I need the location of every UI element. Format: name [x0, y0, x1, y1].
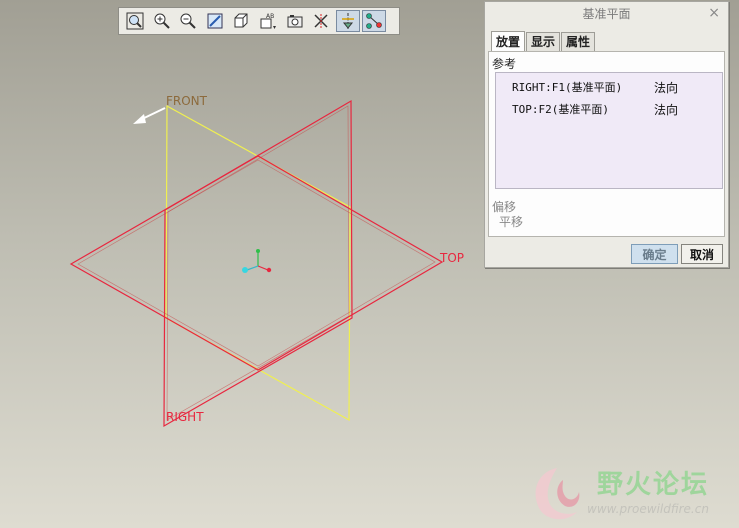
placement-panel: 参考 RIGHT:F1(基准平面) 法向 TOP:F2(基准平面) 法向 偏移 …: [488, 51, 725, 237]
repaint-icon: [207, 13, 223, 29]
zoom-in-icon: [154, 13, 170, 29]
watermark-url: www.proewildfire.cn: [587, 502, 709, 516]
watermark-title: 野火论坛: [597, 470, 710, 500]
datum-display-button[interactable]: [309, 10, 333, 32]
offset-value: 平移: [499, 215, 524, 229]
axis-display-icon: [341, 13, 354, 29]
camera-button[interactable]: [283, 10, 307, 32]
svg-text:AB: AB: [266, 13, 274, 20]
datum-display-icon: [314, 14, 328, 28]
constraint-type[interactable]: 法向: [654, 79, 678, 96]
shading-icon: [234, 13, 248, 28]
list-item[interactable]: TOP:F2(基准平面) 法向: [512, 101, 712, 119]
constraint-type[interactable]: 法向: [654, 101, 678, 118]
flame-logo-icon: [535, 468, 580, 520]
tab-placement[interactable]: 放置: [491, 31, 526, 52]
camera-icon: [287, 15, 303, 28]
right-plane-label: RIGHT: [166, 410, 204, 424]
dialog-title: 基准平面 ×: [485, 2, 728, 24]
cancel-button[interactable]: 取消: [681, 244, 723, 264]
zoom-out-icon: [180, 13, 196, 29]
top-plane-label: TOP: [440, 251, 465, 265]
tab-display[interactable]: 显示: [526, 32, 561, 52]
ok-button[interactable]: 确定: [631, 244, 678, 264]
repaint-button[interactable]: [203, 10, 227, 32]
reference-name: TOP:F2(基准平面): [512, 103, 609, 116]
datum-plane-dialog: 基准平面 × 放置 显示 属性 参考 RIGHT:F1(基准平面) 法向 TOP…: [484, 1, 729, 268]
refit-button[interactable]: [123, 10, 147, 32]
tab-properties[interactable]: 属性: [561, 32, 596, 52]
list-item[interactable]: RIGHT:F1(基准平面) 法向: [512, 79, 712, 97]
axis-display-button[interactable]: [335, 10, 360, 32]
dialog-title-text: 基准平面: [582, 6, 631, 21]
point-display-icon: [366, 13, 383, 29]
watermark: 野火论坛 www.proewildfire.cn: [527, 460, 739, 528]
close-icon[interactable]: ×: [708, 5, 720, 21]
saved-views-button[interactable]: AB: [256, 10, 280, 32]
references-list[interactable]: RIGHT:F1(基准平面) 法向 TOP:F2(基准平面) 法向: [495, 72, 723, 189]
top-datum-plane: [69, 155, 444, 371]
saved-views-icon: AB: [260, 13, 276, 29]
refit-icon: [126, 12, 144, 30]
point-display-button[interactable]: [362, 10, 387, 32]
references-label: 参考: [492, 57, 517, 71]
shading-button[interactable]: [229, 10, 253, 32]
dialog-tabs: 放置 显示 属性: [491, 31, 596, 52]
zoom-out-button[interactable]: [176, 10, 200, 32]
zoom-in-button[interactable]: [150, 10, 174, 32]
view-toolbar: AB: [118, 7, 400, 35]
reference-name: RIGHT:F1(基准平面): [512, 81, 623, 94]
front-plane-label: FRONT: [166, 94, 207, 108]
